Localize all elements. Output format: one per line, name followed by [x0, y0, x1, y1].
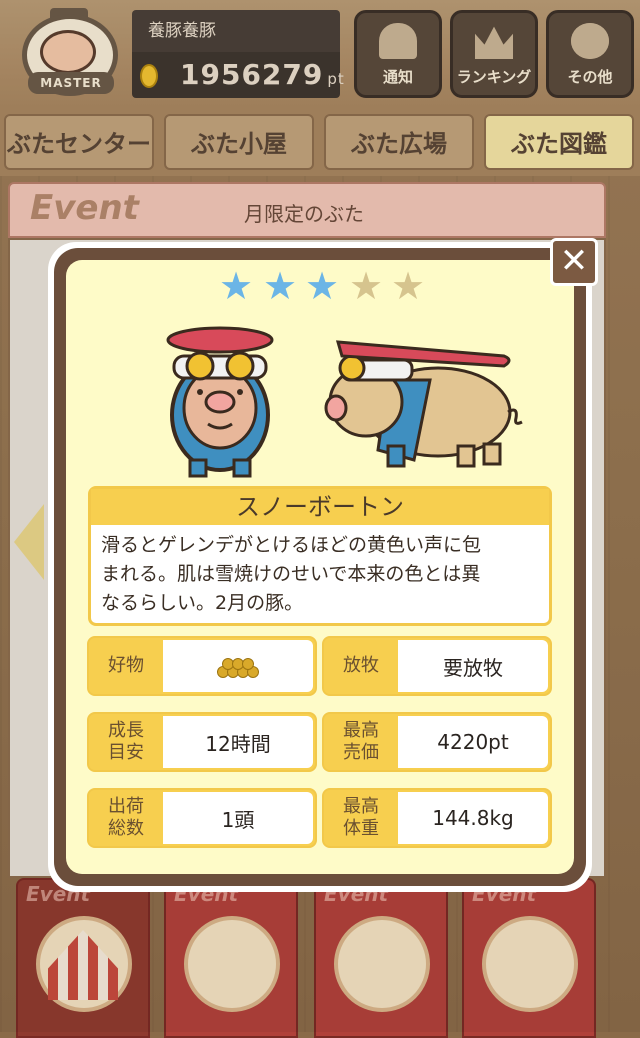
- stat-value: 4220pt: [398, 716, 548, 768]
- star-filled-icon: ★: [304, 264, 340, 308]
- stat-favorite-food: 好物: [87, 636, 317, 696]
- stat-value: 12時間: [163, 716, 313, 768]
- stat-key: 成長 目安: [108, 720, 144, 763]
- star-filled-icon: ★: [218, 264, 254, 308]
- stat-key: 好物: [108, 655, 144, 676]
- grain-icon: [213, 654, 263, 678]
- stat-growth-time: 成長 目安 12時間: [87, 712, 317, 772]
- stat-shipped-count: 出荷 総数 1頭: [87, 788, 317, 848]
- pig-name: スノーボートン: [91, 489, 549, 525]
- stat-max-weight: 最高 体重 144.8kg: [322, 788, 552, 848]
- star-empty-icon: ★: [348, 264, 384, 308]
- stat-key: 最高 体重: [343, 796, 379, 839]
- pig-front-illustration: [166, 326, 274, 478]
- stat-max-price: 最高 売価 4220pt: [322, 712, 552, 772]
- stat-key: 放牧: [343, 655, 379, 676]
- stat-key: 最高 売価: [343, 720, 379, 763]
- pig-info-card: スノーボートン 滑るとゲレンデがとけるほどの黄色い声に包 まれる。肌は雪焼けのせ…: [88, 486, 552, 626]
- close-button[interactable]: ✕: [550, 238, 598, 286]
- star-filled-icon: ★: [262, 264, 298, 308]
- stat-value: 144.8kg: [398, 792, 548, 844]
- stat-value: 1頭: [163, 792, 313, 844]
- pig-side-illustration: [324, 340, 523, 468]
- stat-value: [163, 640, 313, 692]
- stat-key: 出荷 総数: [108, 796, 144, 839]
- description-line: なるらしい。2月の豚。: [101, 592, 304, 614]
- pig-description: 滑るとゲレンデがとけるほどの黄色い声に包 まれる。肌は雪焼けのせいで本来の色とは…: [101, 531, 539, 618]
- description-line: 滑るとゲレンデがとけるほどの黄色い声に包: [101, 534, 482, 556]
- stat-grazing: 放牧 要放牧: [322, 636, 552, 696]
- star-empty-icon: ★: [390, 264, 426, 308]
- stat-value: 要放牧: [398, 640, 548, 692]
- description-line: まれる。肌は雪焼けのせいで本来の色とは異: [101, 563, 481, 585]
